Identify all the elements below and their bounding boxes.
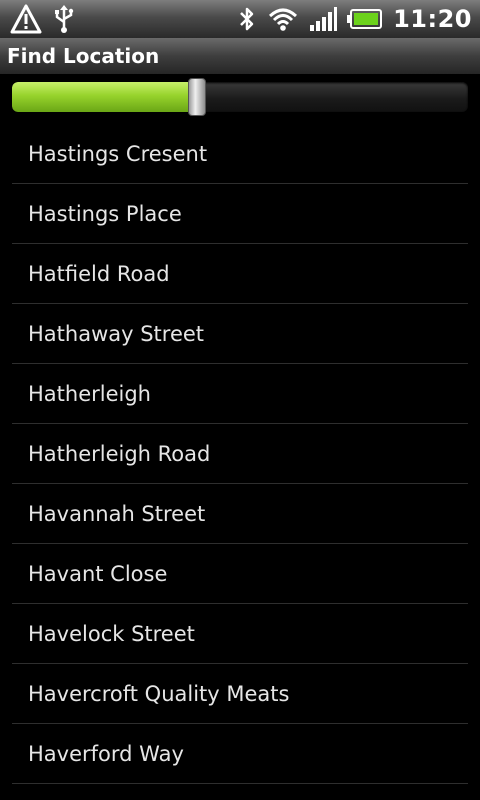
list-item[interactable]: Hatherleigh Road bbox=[12, 424, 468, 484]
list-item[interactable]: Hathaway Street bbox=[12, 304, 468, 364]
battery-icon bbox=[347, 8, 383, 30]
list-item-label: Haverford Way bbox=[28, 741, 184, 766]
notification-icons bbox=[0, 4, 76, 34]
list-item-label: Havant Close bbox=[28, 561, 168, 586]
list-item[interactable]: Hatfield Road bbox=[12, 244, 468, 304]
usb-icon bbox=[52, 4, 76, 34]
clock: 11:20 bbox=[393, 5, 472, 33]
list-item[interactable]: Hastings Cresent bbox=[12, 124, 468, 184]
alert-icon bbox=[10, 4, 42, 34]
system-icons: 11:20 bbox=[237, 4, 480, 34]
screen: 11:20 Find Location Hastings Cresent Hast… bbox=[0, 0, 480, 800]
filter-slider-thumb[interactable] bbox=[187, 78, 206, 116]
signal-icon bbox=[309, 6, 338, 32]
list-item[interactable]: Hastings Place bbox=[12, 184, 468, 244]
filter-slider-fill bbox=[12, 82, 197, 112]
list-item[interactable]: Havannah Street bbox=[12, 484, 468, 544]
list-item-label: Hastings Cresent bbox=[28, 141, 208, 166]
list-item[interactable]: Havercroft Quality Meats bbox=[12, 664, 468, 724]
list-item-label: Hathaway Street bbox=[28, 321, 205, 346]
list-item[interactable]: Haverford Way bbox=[12, 724, 468, 784]
list-item[interactable]: Havant Close bbox=[12, 544, 468, 604]
filter-slider-track[interactable] bbox=[12, 82, 468, 112]
list-item-label: Havercroft Quality Meats bbox=[28, 681, 290, 706]
bluetooth-icon bbox=[237, 4, 257, 34]
list-item[interactable]: Hatherleigh bbox=[12, 364, 468, 424]
list-item[interactable]: Havelock Street bbox=[12, 604, 468, 664]
location-list: Hastings Cresent Hastings Place Hatfield R… bbox=[12, 124, 468, 784]
list-item-label: Havannah Street bbox=[28, 501, 206, 526]
title-bar: Find Location bbox=[0, 38, 480, 75]
filter-slider-area bbox=[0, 74, 480, 124]
wifi-icon bbox=[267, 5, 299, 33]
list-item-label: Hastings Place bbox=[28, 201, 182, 226]
list-item-label: Hatherleigh Road bbox=[28, 441, 211, 466]
list-item-label: Havelock Street bbox=[28, 621, 195, 646]
status-bar: 11:20 bbox=[0, 0, 480, 38]
list-item-label: Hatherleigh bbox=[28, 381, 151, 406]
list-item-label: Hatfield Road bbox=[28, 261, 170, 286]
page-title: Find Location bbox=[7, 44, 160, 68]
